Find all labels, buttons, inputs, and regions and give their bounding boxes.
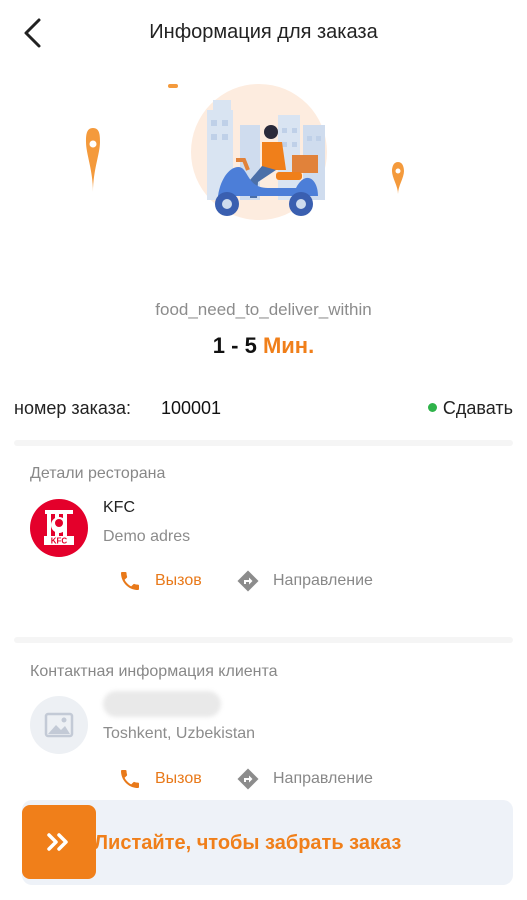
- restaurant-logo-text: KFC: [51, 537, 68, 546]
- customer-avatar: [30, 696, 88, 754]
- delivery-time: 1 - 5 Мин.: [0, 333, 527, 359]
- restaurant-direction-label: Направление: [273, 572, 373, 589]
- divider: [14, 637, 513, 643]
- double-chevron-right-icon: [47, 833, 68, 851]
- status-label: Сдавать: [442, 398, 513, 418]
- delivery-illustration: [0, 70, 527, 290]
- customer-card: Контактная информация клиента Toshkent, …: [14, 663, 513, 793]
- order-status: Сдавать: [427, 398, 513, 419]
- directions-icon: [237, 768, 259, 790]
- customer-call-label: Вызов: [155, 770, 202, 787]
- restaurant-section-title: Детали ресторана: [30, 465, 166, 482]
- customer-section-title: Контактная информация клиента: [30, 663, 278, 680]
- order-number-row: номер заказа: 100001 Сдавать: [14, 396, 513, 424]
- image-placeholder-icon: [44, 712, 74, 738]
- order-number: 100001: [161, 398, 222, 418]
- restaurant-name: KFC: [103, 499, 135, 516]
- phone-icon: [121, 770, 139, 788]
- delivery-time-range: 1 - 5: [212, 333, 257, 358]
- swipe-label: Листайте, чтобы забрать заказ: [94, 832, 402, 854]
- restaurant-card: Детали ресторана KFC KFC Demo adres Вызо…: [14, 465, 513, 625]
- customer-address: Toshkent, Uzbekistan: [103, 725, 256, 742]
- delivery-time-label: food_need_to_deliver_within: [155, 300, 372, 319]
- delivery-time-unit: Мин.: [262, 333, 315, 358]
- phone-icon: [121, 572, 139, 590]
- restaurant-call-label: Вызов: [155, 572, 202, 589]
- directions-icon: [237, 570, 259, 592]
- location-pin-icon: [86, 128, 100, 192]
- location-pin-icon: [392, 162, 404, 194]
- customer-name-redacted: [103, 691, 221, 717]
- order-info-screen: Информация для заказа food_need_to_deliv…: [0, 0, 527, 900]
- swipe-handle[interactable]: [22, 805, 96, 879]
- restaurant-address: Demo adres: [103, 528, 191, 545]
- divider: [14, 440, 513, 446]
- page-title: Информация для заказа: [149, 21, 378, 43]
- order-number-label: номер заказа:: [14, 398, 131, 418]
- swipe-to-pickup-slider[interactable]: Листайте, чтобы забрать заказ: [22, 800, 513, 885]
- customer-direction-label: Направление: [273, 770, 373, 787]
- app-header: Информация для заказа: [0, 0, 527, 68]
- status-dot-icon: [427, 402, 437, 412]
- restaurant-logo: KFC: [30, 499, 88, 557]
